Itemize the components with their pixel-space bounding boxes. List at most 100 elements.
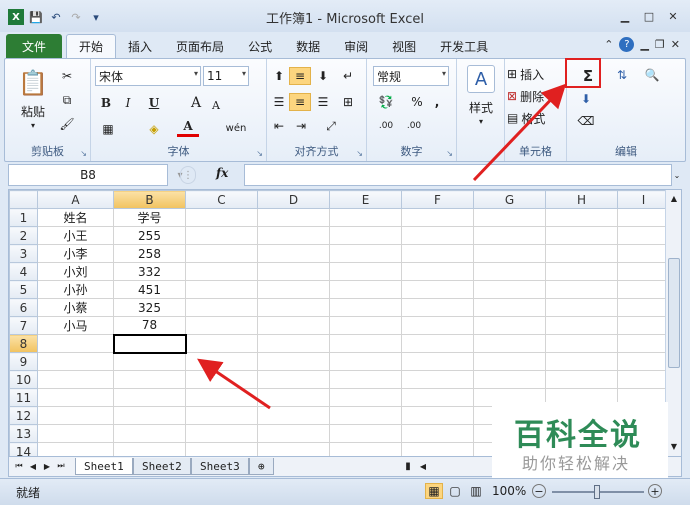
formula-input[interactable] bbox=[244, 164, 672, 186]
cell[interactable]: 小李 bbox=[37, 244, 114, 263]
align-bottom-icon[interactable]: ⬇ bbox=[313, 67, 333, 85]
cell[interactable] bbox=[257, 208, 330, 227]
cell[interactable] bbox=[473, 352, 546, 371]
cell[interactable] bbox=[329, 370, 402, 389]
clear-icon[interactable]: ⌫ bbox=[573, 111, 599, 131]
align-center-icon[interactable]: ≡ bbox=[289, 93, 311, 111]
cell[interactable]: 小马 bbox=[37, 316, 114, 335]
cell[interactable] bbox=[329, 352, 402, 371]
format-cells-button[interactable]: ▤ 格式 bbox=[507, 109, 565, 127]
next-sheet-icon[interactable]: ▶ bbox=[41, 459, 53, 473]
cell[interactable] bbox=[257, 316, 330, 335]
sheet-tab-3[interactable]: Sheet3 bbox=[191, 458, 249, 475]
find-select-icon[interactable]: 🔍 bbox=[639, 65, 665, 85]
cell[interactable] bbox=[113, 406, 186, 425]
row-header[interactable]: 13 bbox=[9, 424, 38, 443]
row-header[interactable]: 5 bbox=[9, 280, 38, 299]
align-middle-icon[interactable]: ≡ bbox=[289, 67, 311, 85]
cell[interactable] bbox=[185, 424, 258, 443]
cell[interactable]: 78 bbox=[113, 316, 186, 335]
cell[interactable] bbox=[329, 280, 402, 299]
cell[interactable] bbox=[401, 244, 474, 263]
alignment-launcher-icon[interactable]: ↘ bbox=[356, 149, 363, 158]
clipboard-launcher-icon[interactable]: ↘ bbox=[80, 149, 87, 158]
phonetic-button[interactable]: wén bbox=[221, 117, 251, 139]
minimize-ribbon-icon[interactable]: ⌃ bbox=[604, 38, 613, 51]
scroll-thumb[interactable] bbox=[668, 258, 680, 368]
cell[interactable] bbox=[185, 298, 258, 317]
row-header[interactable]: 9 bbox=[9, 352, 38, 371]
border-icon[interactable]: ▦ bbox=[97, 119, 119, 139]
row-header[interactable]: 8 bbox=[9, 334, 38, 353]
bold-button[interactable]: B bbox=[97, 93, 115, 113]
cell[interactable] bbox=[329, 244, 402, 263]
cell[interactable] bbox=[473, 208, 546, 227]
cell[interactable] bbox=[617, 334, 670, 353]
format-painter-icon[interactable]: 🖌 bbox=[57, 115, 77, 133]
insert-function-button[interactable]: fx bbox=[216, 166, 228, 180]
cell[interactable] bbox=[185, 442, 258, 456]
font-launcher-icon[interactable]: ↘ bbox=[256, 149, 263, 158]
sheet-tab-1[interactable]: Sheet1 bbox=[75, 458, 133, 475]
cell[interactable] bbox=[401, 424, 474, 443]
cell[interactable] bbox=[37, 334, 114, 353]
cell[interactable] bbox=[257, 226, 330, 245]
cell[interactable]: 258 bbox=[113, 244, 186, 263]
insert-cells-button[interactable]: ⊞ 插入 bbox=[507, 65, 565, 83]
row-header[interactable]: 12 bbox=[9, 406, 38, 425]
cell[interactable] bbox=[401, 208, 474, 227]
cell[interactable]: 小刘 bbox=[37, 262, 114, 281]
tab-review[interactable]: 审阅 bbox=[332, 34, 380, 58]
cell[interactable] bbox=[329, 226, 402, 245]
zoom-level[interactable]: 100% bbox=[492, 484, 526, 498]
cell[interactable]: 小蔡 bbox=[37, 298, 114, 317]
cell[interactable] bbox=[37, 406, 114, 425]
cell[interactable] bbox=[329, 442, 402, 456]
cell[interactable] bbox=[185, 316, 258, 335]
cell[interactable] bbox=[473, 244, 546, 263]
cell[interactable]: 255 bbox=[113, 226, 186, 245]
cell[interactable] bbox=[617, 208, 670, 227]
grow-font-button[interactable]: A bbox=[187, 93, 205, 113]
column-header-e[interactable]: E bbox=[329, 190, 402, 209]
cell[interactable] bbox=[617, 226, 670, 245]
cell[interactable] bbox=[37, 370, 114, 389]
cut-icon[interactable]: ✂ bbox=[57, 67, 77, 85]
cell[interactable] bbox=[329, 262, 402, 281]
expand-formula-icon[interactable]: ⌄ bbox=[672, 166, 682, 184]
italic-button[interactable]: I bbox=[119, 93, 137, 113]
row-header[interactable]: 14 bbox=[9, 442, 38, 456]
column-header-a[interactable]: A bbox=[37, 190, 114, 209]
doc-close-button[interactable]: ✕ bbox=[671, 38, 680, 51]
cell[interactable] bbox=[257, 388, 330, 407]
cell[interactable] bbox=[617, 352, 670, 371]
tab-insert[interactable]: 插入 bbox=[116, 34, 164, 58]
column-header-d[interactable]: D bbox=[257, 190, 330, 209]
cell[interactable] bbox=[401, 334, 474, 353]
tab-file[interactable]: 文件 bbox=[6, 34, 63, 58]
cell[interactable] bbox=[37, 352, 114, 371]
column-header-h[interactable]: H bbox=[545, 190, 618, 209]
scroll-down-icon[interactable]: ▼ bbox=[668, 440, 680, 452]
cell[interactable] bbox=[329, 406, 402, 425]
cell[interactable] bbox=[617, 280, 670, 299]
align-right-icon[interactable]: ☰ bbox=[313, 93, 333, 111]
cell[interactable] bbox=[545, 334, 618, 353]
cell[interactable] bbox=[113, 352, 186, 371]
cell[interactable] bbox=[473, 226, 546, 245]
last-sheet-icon[interactable]: ⏭ bbox=[55, 459, 67, 473]
cell[interactable] bbox=[617, 244, 670, 263]
prev-sheet-icon[interactable]: ◀ bbox=[27, 459, 39, 473]
cell[interactable] bbox=[473, 280, 546, 299]
cell[interactable]: 451 bbox=[113, 280, 186, 299]
sort-filter-icon[interactable]: ⇅ bbox=[609, 65, 635, 85]
cell[interactable]: 小王 bbox=[37, 226, 114, 245]
cell[interactable] bbox=[545, 298, 618, 317]
cell[interactable] bbox=[401, 298, 474, 317]
cell[interactable] bbox=[545, 244, 618, 263]
row-header[interactable]: 1 bbox=[9, 208, 38, 227]
percent-button[interactable]: % bbox=[409, 93, 425, 111]
tab-split-handle[interactable]: ▮ bbox=[403, 459, 413, 473]
tab-formulas[interactable]: 公式 bbox=[236, 34, 284, 58]
row-header[interactable]: 7 bbox=[9, 316, 38, 335]
